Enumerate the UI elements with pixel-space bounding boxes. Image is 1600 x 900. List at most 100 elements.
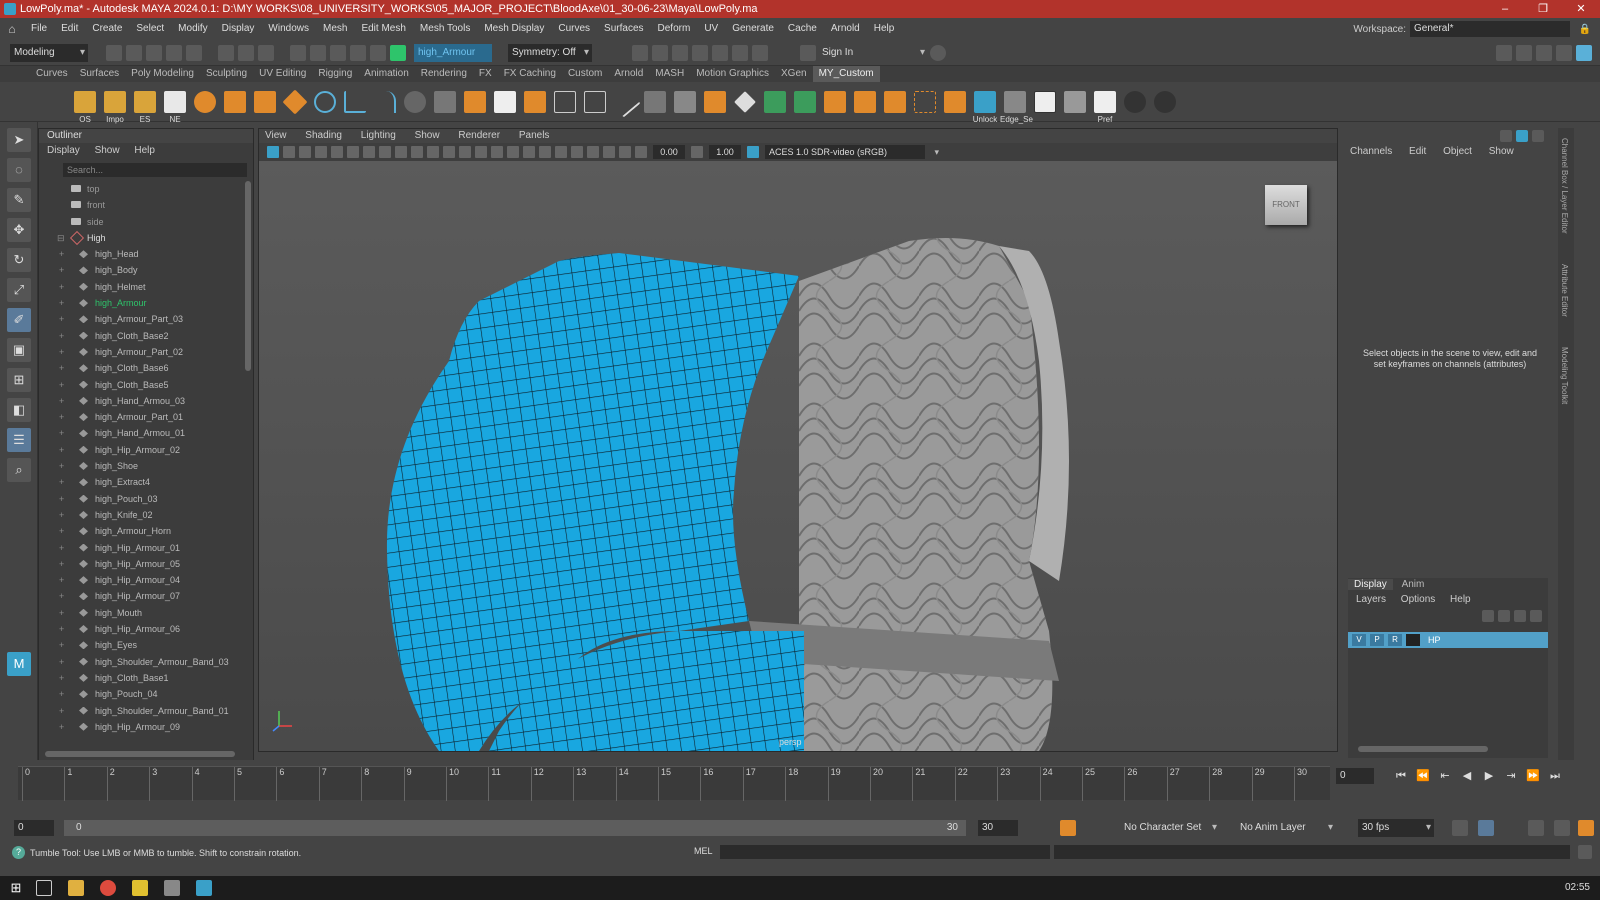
select-component-icon[interactable] bbox=[258, 44, 274, 61]
shelf-tab-my-custom[interactable]: MY_Custom bbox=[812, 66, 880, 82]
menu-mesh-display[interactable]: Mesh Display bbox=[477, 18, 551, 40]
paint-select-icon[interactable]: ✎ bbox=[7, 188, 31, 212]
go-to-start-button[interactable]: ⏮ bbox=[1390, 768, 1412, 784]
layer-name[interactable]: HP bbox=[1428, 635, 1441, 645]
sign-in-dropdown[interactable]: Sign In bbox=[818, 43, 928, 62]
expand-icon[interactable]: + bbox=[59, 344, 64, 360]
expand-icon[interactable]: + bbox=[59, 621, 64, 637]
current-frame-field[interactable]: 0 bbox=[1336, 768, 1374, 784]
open-scene-icon[interactable] bbox=[126, 44, 142, 61]
outliner-item[interactable]: + high_Armour_Horn bbox=[39, 523, 253, 539]
bounding-box-icon[interactable] bbox=[554, 90, 576, 113]
layer-menu-layers[interactable]: Layers bbox=[1356, 594, 1386, 605]
textured-icon[interactable] bbox=[491, 146, 503, 158]
layer-tab-display[interactable]: Display bbox=[1348, 579, 1393, 590]
expand-icon[interactable]: + bbox=[59, 572, 64, 588]
channels-menu-show[interactable]: Show bbox=[1489, 146, 1514, 157]
channel-box-pin-icon[interactable] bbox=[1532, 130, 1544, 142]
shelf-tab-animation[interactable]: Animation bbox=[358, 66, 414, 82]
separate-icon[interactable] bbox=[494, 90, 516, 113]
expand-icon[interactable]: + bbox=[59, 393, 64, 409]
animation-start-field[interactable]: 0 bbox=[14, 820, 54, 836]
nurbs-circle-icon[interactable] bbox=[314, 90, 336, 113]
outliner-item[interactable]: + high_Mouth bbox=[39, 605, 253, 621]
viewport-3d[interactable]: FRONT persp bbox=[259, 161, 1337, 751]
expand-icon[interactable]: + bbox=[59, 262, 64, 278]
poly-plane-icon[interactable] bbox=[282, 89, 308, 114]
expand-icon[interactable]: + bbox=[59, 523, 64, 539]
gate-mask-icon[interactable] bbox=[379, 146, 391, 158]
snap-point-icon[interactable] bbox=[330, 44, 346, 61]
expand-icon[interactable]: + bbox=[59, 507, 64, 523]
select-tool-icon[interactable]: ➤ bbox=[7, 128, 31, 152]
use-all-lights-icon[interactable] bbox=[507, 146, 519, 158]
animation-end-field[interactable]: 30 bbox=[978, 820, 1018, 836]
graph-icon[interactable] bbox=[1064, 90, 1086, 113]
expand-icon[interactable]: + bbox=[59, 425, 64, 441]
outliner-item[interactable]: + high_Cloth_Base1 bbox=[39, 670, 253, 686]
restore-button[interactable]: ❐ bbox=[1524, 0, 1562, 18]
new-empty-layer-icon[interactable] bbox=[1514, 610, 1526, 622]
expand-icon[interactable]: + bbox=[59, 409, 64, 425]
outliner-item[interactable]: + high_Hip_Armour_04 bbox=[39, 572, 253, 588]
humanik-icon[interactable] bbox=[1516, 44, 1532, 61]
viewport-menu-show[interactable]: Show bbox=[415, 130, 440, 141]
menu-create[interactable]: Create bbox=[85, 18, 129, 40]
shelf-tab-rigging[interactable]: Rigging bbox=[312, 66, 358, 82]
target-weld-icon[interactable] bbox=[734, 90, 756, 113]
viewport-menu-shading[interactable]: Shading bbox=[305, 130, 342, 141]
collapse-icon[interactable]: ⊟ bbox=[57, 230, 65, 246]
channel-box-toggle-icon[interactable] bbox=[1516, 130, 1528, 142]
expand-icon[interactable]: + bbox=[59, 377, 64, 393]
maya-taskbar-icon[interactable] bbox=[196, 880, 212, 896]
sticky-notes-icon[interactable] bbox=[132, 880, 148, 896]
outliner-scrollbar[interactable] bbox=[245, 181, 251, 371]
edge-loop-icon[interactable] bbox=[644, 90, 666, 113]
layer-scrollbar[interactable] bbox=[1358, 746, 1488, 752]
shelf-tab-uv-editing[interactable]: UV Editing bbox=[253, 66, 312, 82]
python-script-icon[interactable] bbox=[1154, 90, 1176, 113]
menu-cache[interactable]: Cache bbox=[781, 18, 824, 40]
minimize-button[interactable]: – bbox=[1486, 0, 1524, 18]
outliner-item[interactable]: + high_Hip_Armour_09 bbox=[39, 719, 253, 735]
cache-playback-icon[interactable] bbox=[1478, 820, 1494, 836]
workspace-dropdown[interactable]: General* bbox=[1410, 21, 1570, 37]
mel-input[interactable] bbox=[720, 845, 1050, 859]
channels-menu-object[interactable]: Object bbox=[1443, 146, 1472, 157]
bridge-icon[interactable] bbox=[674, 90, 696, 113]
outliner-item[interactable]: + high_Hip_Armour_02 bbox=[39, 442, 253, 458]
extrude-icon[interactable] bbox=[704, 90, 726, 113]
poly-sphere-icon[interactable] bbox=[194, 90, 216, 113]
quad-draw-tool-icon[interactable]: ✐ bbox=[7, 308, 31, 332]
xray-icon[interactable] bbox=[603, 146, 615, 158]
menu-edit-mesh[interactable]: Edit Mesh bbox=[354, 18, 412, 40]
gamma-icon[interactable] bbox=[691, 146, 703, 158]
redo-icon[interactable] bbox=[186, 44, 202, 61]
select-camera-icon[interactable] bbox=[267, 146, 279, 158]
goz-icon[interactable] bbox=[1034, 90, 1056, 113]
layer-color-icon[interactable] bbox=[1406, 634, 1420, 646]
outliner-item[interactable]: + high_Hand_Armou_03 bbox=[39, 393, 253, 409]
menu-mesh[interactable]: Mesh bbox=[316, 18, 354, 40]
mel-label[interactable]: MEL bbox=[694, 846, 713, 856]
save-scene-icon[interactable] bbox=[146, 44, 162, 61]
outliner-item[interactable]: + high_Cloth_Base5 bbox=[39, 377, 253, 393]
viewport-menu-view[interactable]: View bbox=[265, 130, 287, 141]
outliner-item[interactable]: + high_Armour_Part_01 bbox=[39, 409, 253, 425]
menu-display[interactable]: Display bbox=[215, 18, 262, 40]
expand-icon[interactable]: + bbox=[59, 703, 64, 719]
expand-icon[interactable]: + bbox=[59, 637, 64, 653]
shelf-tab-arnold[interactable]: Arnold bbox=[608, 66, 649, 82]
color-space-dropdown[interactable]: ACES 1.0 SDR-video (sRGB) bbox=[765, 145, 939, 159]
hypershade-icon[interactable] bbox=[692, 44, 708, 61]
expand-icon[interactable]: + bbox=[59, 295, 64, 311]
render-view-icon[interactable] bbox=[712, 44, 728, 61]
layer-playback-toggle[interactable]: P bbox=[1370, 634, 1384, 646]
center-pivot-icon[interactable] bbox=[434, 90, 456, 113]
expand-icon[interactable]: + bbox=[59, 605, 64, 621]
quad-draw-icon[interactable] bbox=[764, 90, 786, 113]
expand-icon[interactable]: + bbox=[59, 328, 64, 344]
outliner-item[interactable]: + high_Shoe bbox=[39, 458, 253, 474]
rotate-tool-icon[interactable]: ↻ bbox=[7, 248, 31, 272]
outliner-item[interactable]: + high_Hip_Armour_06 bbox=[39, 621, 253, 637]
